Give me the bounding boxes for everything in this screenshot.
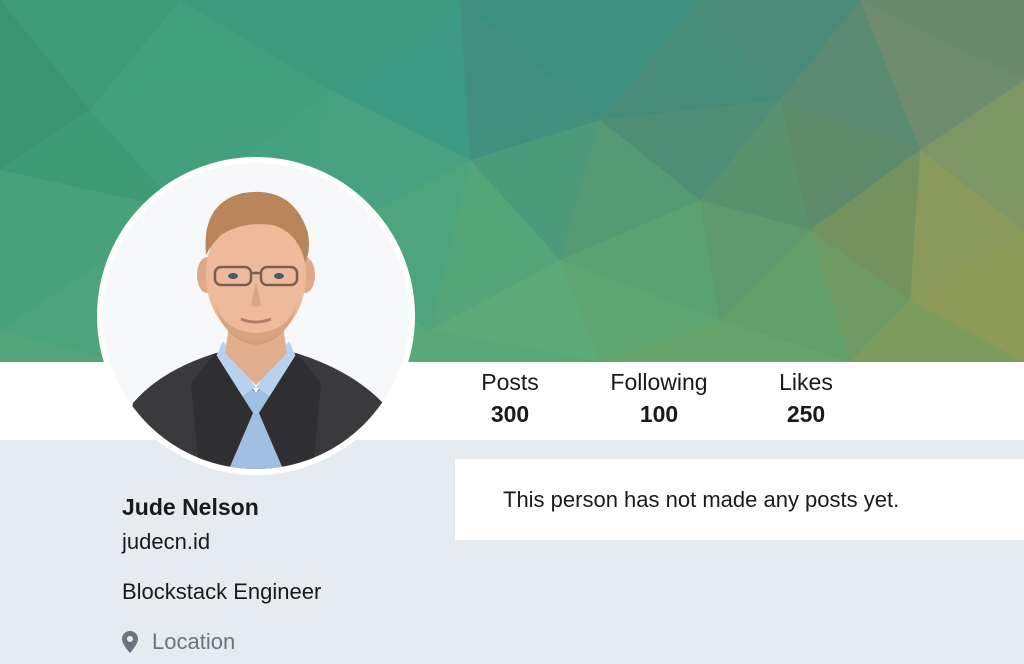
posts-stat[interactable]: Posts 300 — [464, 368, 556, 428]
profile-info: Jude Nelson judecn.id Blockstack Enginee… — [122, 492, 442, 657]
likes-stat[interactable]: Likes 250 — [760, 368, 852, 428]
profile-handle: judecn.id — [122, 529, 211, 554]
posts-feed: This person has not made any posts yet. — [455, 459, 1024, 540]
location-label: Location — [152, 629, 236, 654]
likes-label: Likes — [779, 369, 833, 395]
profile-page: Posts 300 Following 100 Likes 250 Jude N… — [0, 0, 1024, 664]
profile-bio: Blockstack Engineer — [122, 579, 322, 604]
empty-feed-message: This person has not made any posts yet. — [503, 487, 900, 512]
posts-label: Posts — [481, 369, 539, 395]
following-stat[interactable]: Following 100 — [598, 368, 720, 428]
posts-count: 300 — [490, 401, 530, 427]
avatar[interactable] — [103, 163, 409, 469]
map-pin-icon — [122, 631, 138, 653]
following-count: 100 — [639, 401, 679, 427]
profile-name: Jude Nelson — [122, 494, 259, 520]
likes-count: 250 — [786, 401, 826, 427]
profile-location: Location — [122, 627, 442, 657]
avatar-portrait — [103, 163, 409, 469]
avatar-frame — [97, 157, 415, 475]
following-label: Following — [610, 369, 708, 395]
